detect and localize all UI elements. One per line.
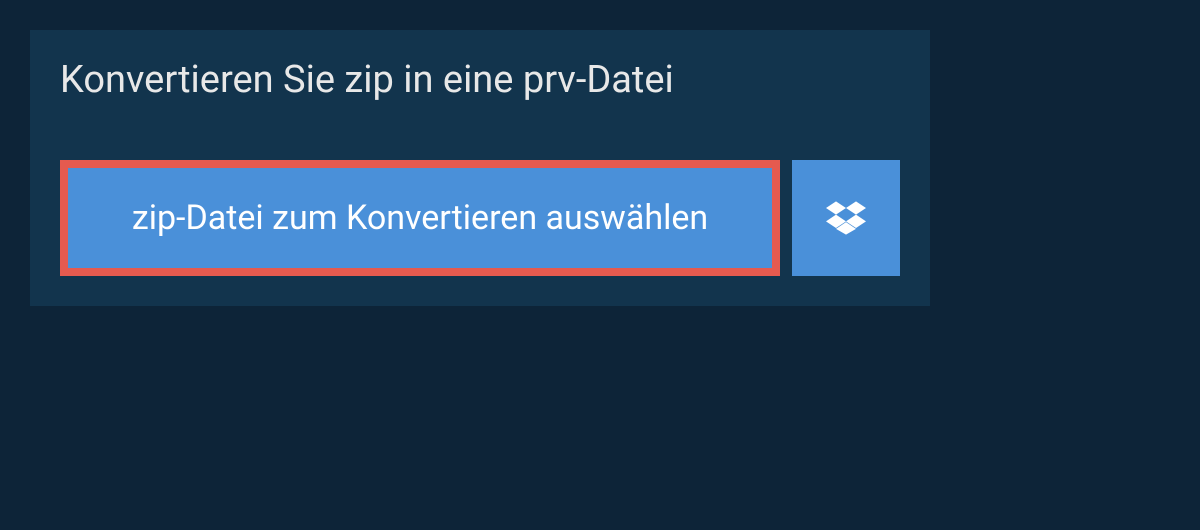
button-row: zip-Datei zum Konvertieren auswählen	[30, 160, 930, 276]
panel-header: Konvertieren Sie zip in eine prv-Datei	[30, 30, 750, 130]
dropbox-icon	[826, 198, 866, 238]
select-file-label: zip-Datei zum Konvertieren auswählen	[132, 198, 708, 238]
dropbox-button[interactable]	[792, 160, 900, 276]
select-file-button[interactable]: zip-Datei zum Konvertieren auswählen	[60, 160, 780, 276]
page-title: Konvertieren Sie zip in eine prv-Datei	[60, 58, 720, 102]
converter-panel: Konvertieren Sie zip in eine prv-Datei z…	[30, 30, 930, 306]
